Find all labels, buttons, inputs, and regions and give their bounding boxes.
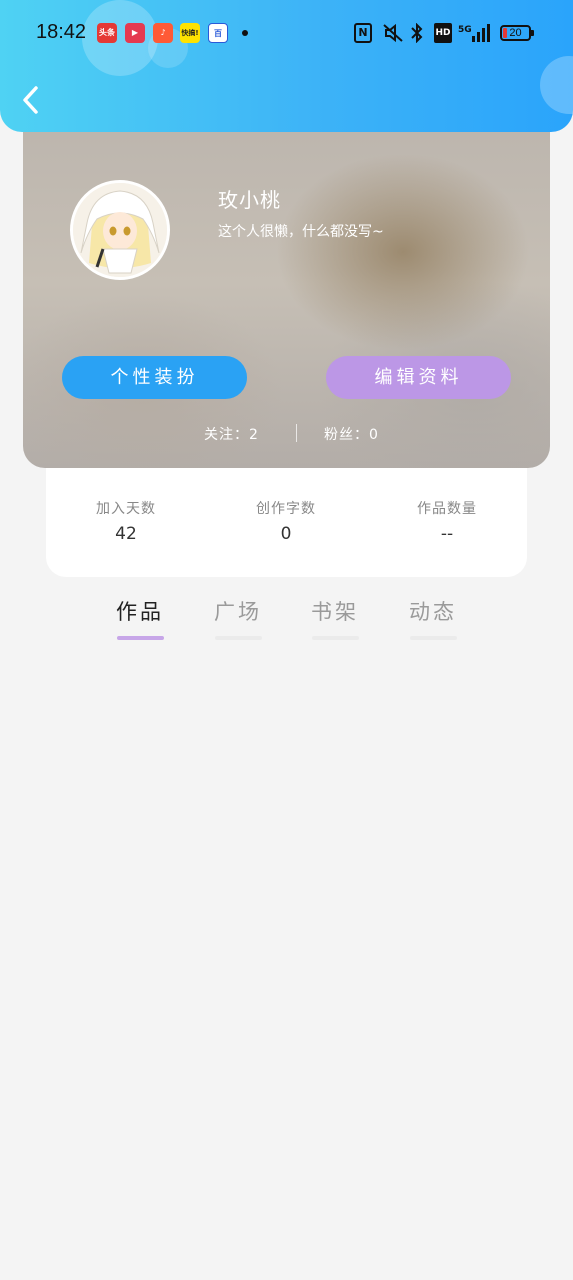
stat-join-days: 加入天数 42: [56, 498, 196, 544]
nfc-icon: N: [354, 23, 372, 43]
tab-activity[interactable]: 动态: [398, 596, 468, 640]
stat-value: 42: [115, 524, 137, 544]
edit-profile-button[interactable]: 编辑资料: [326, 356, 511, 399]
svg-text:5G: 5G: [458, 25, 472, 35]
stats-card: 加入天数 42 创作字数 0 作品数量 --: [46, 468, 527, 577]
stat-word-count: 创作字数 0: [216, 498, 356, 544]
video-app-icon: ▶: [125, 23, 145, 43]
tab-indicator: [214, 636, 262, 640]
nickname: 玫小桃: [218, 188, 281, 212]
status-bar: 18:42 头条 ▶ ♪ 快搞! 百 N HD 5G 20: [0, 0, 573, 66]
bluetooth-icon: [410, 22, 424, 44]
back-button[interactable]: [16, 82, 50, 118]
toutiao-app-icon: 头条: [97, 23, 117, 43]
tab-label: 作品: [116, 600, 164, 624]
tab-indicator: [116, 636, 164, 640]
status-time: 18:42: [36, 21, 87, 43]
mute-icon: [382, 23, 404, 43]
stat-label: 创作字数: [256, 501, 316, 517]
hd-icon: HD: [434, 23, 452, 43]
tab-indicator: [311, 636, 359, 640]
profile-card: 玫小桃 这个人很懒，什么都没写~ 个性装扮 编辑资料 关注：2 粉丝：0: [23, 132, 550, 468]
tab-label: 广场: [214, 600, 262, 624]
tab-label: 动态: [409, 600, 457, 624]
content-tabs: 作品 广场 书架 动态: [0, 590, 573, 650]
following-count[interactable]: 关注：2: [204, 424, 259, 444]
baidu-app-icon: 百: [208, 23, 228, 43]
stat-label: 加入天数: [96, 501, 156, 517]
followers-count[interactable]: 粉丝：0: [324, 424, 379, 444]
tab-square[interactable]: 广场: [203, 596, 273, 640]
chevron-left-icon: [23, 86, 38, 114]
stat-value: 0: [280, 524, 292, 544]
avatar[interactable]: [70, 180, 170, 280]
signal-icon: 5G: [458, 23, 492, 43]
stat-label: 作品数量: [417, 501, 477, 517]
tab-label: 书架: [311, 600, 359, 624]
music-app-icon: ♪: [153, 23, 173, 43]
profile-page: 18:42 头条 ▶ ♪ 快搞! 百 N HD 5G 20 玫小桃 这个人很懒，…: [0, 0, 573, 1280]
follow-divider: [296, 424, 297, 442]
tab-works[interactable]: 作品: [105, 596, 175, 640]
tab-indicator: [409, 636, 457, 640]
stat-works-count: 作品数量 --: [377, 498, 517, 544]
stat-value: --: [440, 524, 454, 544]
anime-girl-avatar-icon: [73, 183, 167, 277]
bio-text: 这个人很懒，什么都没写~: [218, 224, 384, 240]
dress-up-button[interactable]: 个性装扮: [62, 356, 247, 399]
battery-icon: 20: [500, 25, 534, 41]
tab-bookshelf[interactable]: 书架: [300, 596, 370, 640]
kuaigao-app-icon: 快搞!: [180, 23, 200, 43]
more-notifications-dot-icon: [242, 30, 248, 36]
header: 18:42 头条 ▶ ♪ 快搞! 百 N HD 5G 20: [0, 0, 573, 132]
